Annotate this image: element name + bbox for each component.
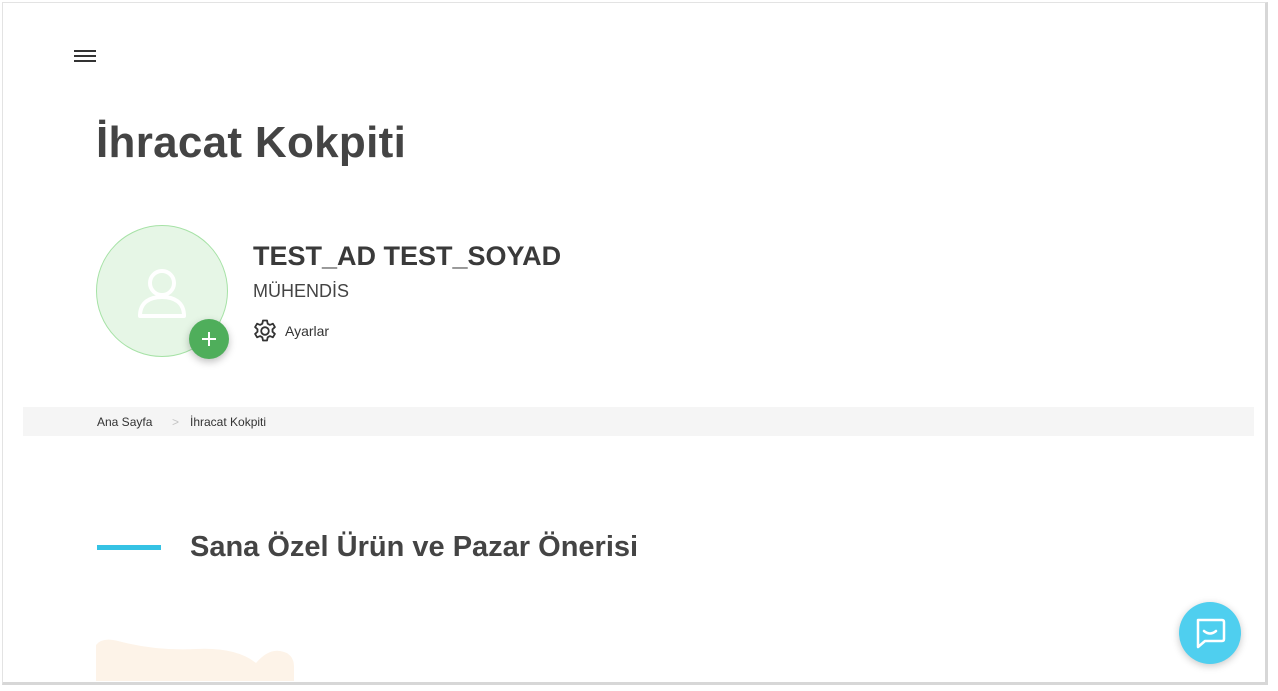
- add-photo-button[interactable]: [189, 319, 229, 359]
- breadcrumb-home-link[interactable]: Ana Sayfa: [97, 415, 152, 429]
- app-frame: İhracat Kokpiti TEST_AD TEST_SOYAD MÜHEN…: [2, 2, 1268, 685]
- decorative-wave-shape: [96, 639, 294, 681]
- settings-label: Ayarlar: [285, 323, 330, 339]
- user-role: MÜHENDİS: [253, 281, 350, 301]
- breadcrumb-current: İhracat Kokpiti: [190, 415, 267, 429]
- page-title: İhracat Kokpiti: [96, 118, 407, 167]
- hamburger-menu-icon[interactable]: [71, 47, 99, 69]
- breadcrumb-separator: >: [172, 415, 180, 429]
- chat-message-icon: [1196, 618, 1226, 649]
- user-name: TEST_AD TEST_SOYAD: [253, 241, 562, 271]
- gear-icon: [254, 319, 276, 342]
- section-title: Sana Özel Ürün ve Pazar Önerisi: [190, 531, 639, 563]
- section-accent-bar: [97, 545, 161, 550]
- user-placeholder-icon: [138, 269, 186, 318]
- plus-icon: [202, 332, 216, 346]
- settings-link[interactable]: Ayarlar: [252, 318, 329, 344]
- chat-button[interactable]: [1179, 602, 1241, 664]
- breadcrumb: Ana Sayfa > İhracat Kokpiti: [23, 407, 1254, 436]
